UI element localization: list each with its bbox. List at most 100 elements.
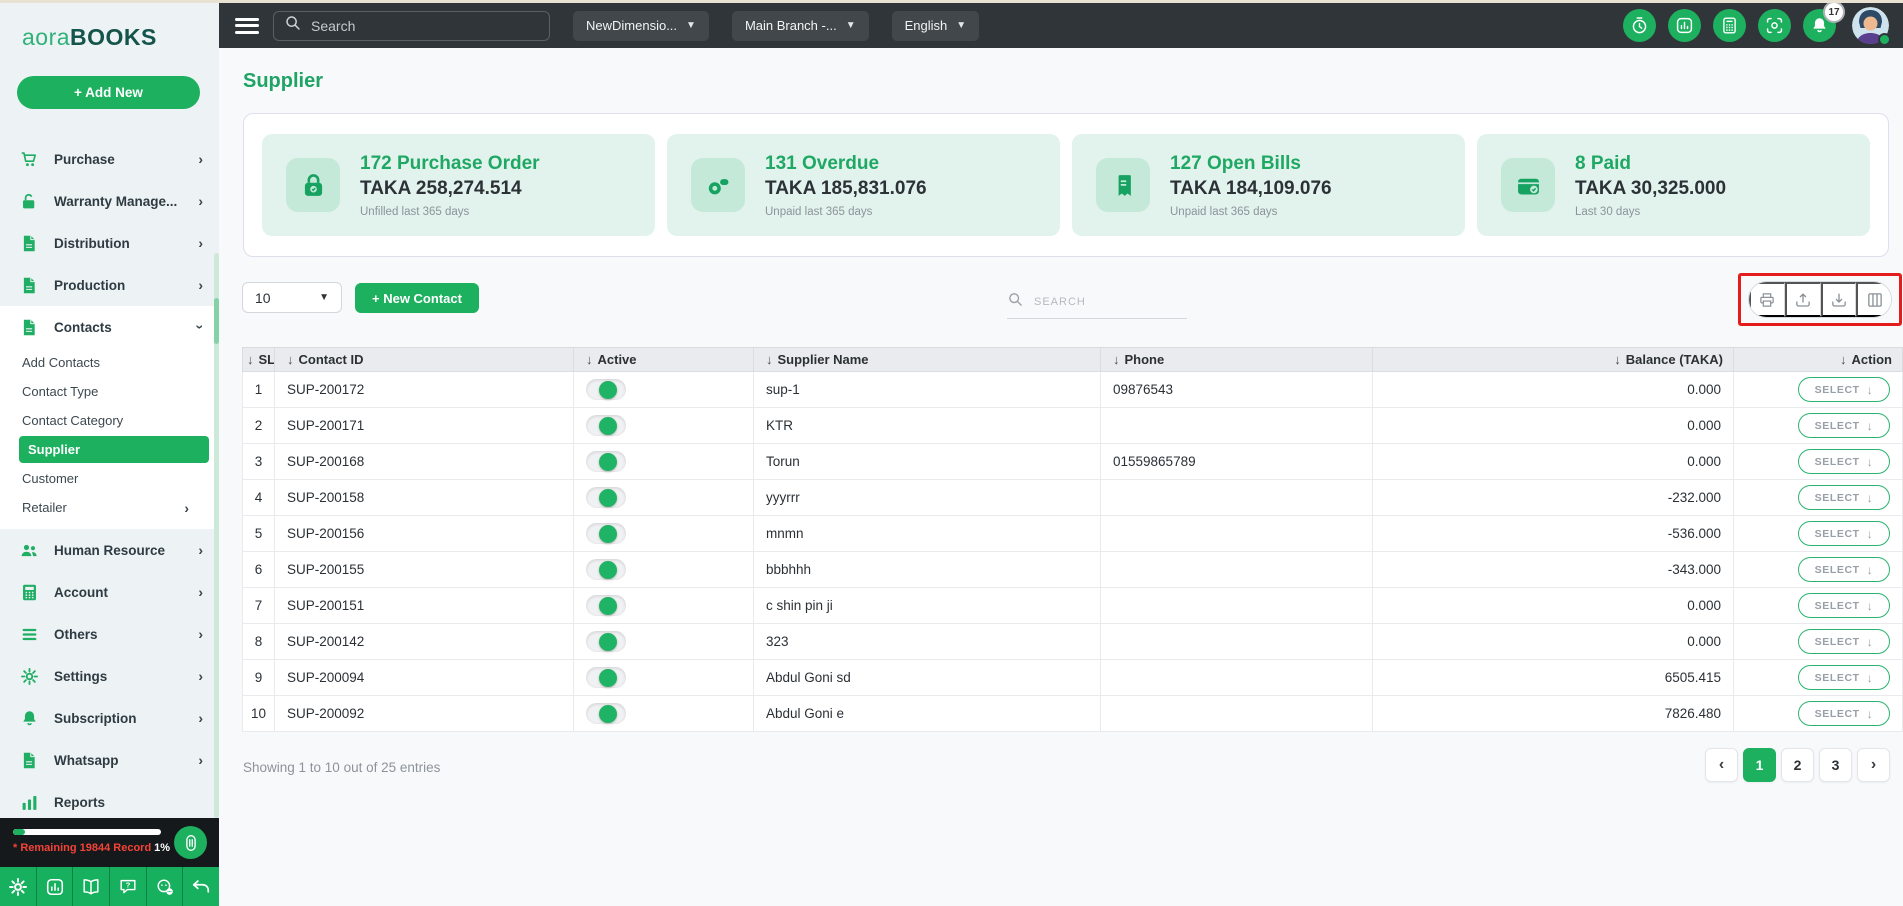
sidebar-subitem-label: Contact Type: [22, 384, 99, 399]
scan-button[interactable]: [1758, 9, 1791, 42]
sidebar-subitem-contact-category[interactable]: Contact Category: [22, 406, 219, 435]
select-action-button[interactable]: SELECT ↓: [1798, 377, 1890, 402]
active-toggle[interactable]: [586, 379, 626, 400]
new-contact-button[interactable]: + New Contact: [355, 283, 479, 313]
column-header-supplier-name[interactable]: ↓ Supplier Name: [753, 347, 1101, 372]
active-toggle[interactable]: [586, 703, 626, 724]
sidebar-item-warranty-manage[interactable]: Warranty Manage... ›: [0, 180, 219, 222]
sidebar-item-contacts[interactable]: Contacts ›: [0, 306, 219, 348]
active-toggle[interactable]: [586, 415, 626, 436]
search-icon: [284, 14, 302, 37]
sidebar-item-settings[interactable]: Settings ›: [0, 655, 219, 697]
select-action-button[interactable]: SELECT ↓: [1798, 629, 1890, 654]
bell-icon: [20, 709, 39, 728]
sidebar-item-account[interactable]: Account ›: [0, 571, 219, 613]
column-header-sl[interactable]: ↓ SL: [242, 347, 275, 372]
notification-badge: 17: [1823, 1, 1845, 23]
topbar-dropdown-newdimensio[interactable]: NewDimensio... ▼: [573, 10, 709, 41]
pagination-page-1[interactable]: 1: [1743, 748, 1776, 782]
bell-button[interactable]: 17: [1803, 1, 1845, 42]
doc-icon: [23, 277, 35, 293]
chartsq-button[interactable]: [1668, 9, 1701, 42]
table-search-input[interactable]: [1034, 296, 1187, 308]
column-header-active[interactable]: ↓ Active: [573, 347, 754, 372]
sidebar-item-others[interactable]: Others ›: [0, 613, 219, 655]
pagination-next-button[interactable]: ›: [1857, 748, 1890, 782]
sidebar-subitem-add-contacts[interactable]: Add Contacts: [22, 348, 219, 377]
sidebar-item-distribution[interactable]: Distribution ›: [0, 222, 219, 264]
book-toolbar-button[interactable]: [73, 867, 111, 906]
support-toolbar-button[interactable]: [147, 867, 184, 906]
active-toggle[interactable]: [586, 559, 626, 580]
sidebar-scrollbar-thumb[interactable]: [214, 298, 219, 344]
printer-button[interactable]: [1749, 282, 1785, 317]
active-toggle[interactable]: [586, 487, 626, 508]
stats-cards-panel: 172 Purchase Order TAKA 258,274.514 Unfill…: [243, 113, 1889, 257]
sidebar-subitem-contact-type[interactable]: Contact Type: [22, 377, 219, 406]
sidebar-item-label: Contacts: [54, 319, 112, 335]
cell-supplier-name: bbbhhh: [753, 551, 1101, 588]
cell-supplier-name: Abdul Goni e: [753, 695, 1101, 732]
sidebar-subitem-supplier[interactable]: Supplier: [19, 436, 209, 463]
sidebar-item-purchase[interactable]: Purchase ›: [0, 138, 219, 180]
support-icon: [156, 878, 173, 895]
active-toggle[interactable]: [586, 451, 626, 472]
chartsq-toolbar-button[interactable]: [37, 867, 74, 906]
select-action-button[interactable]: SELECT ↓: [1798, 665, 1890, 690]
quota-settings-button[interactable]: [174, 826, 207, 859]
active-toggle[interactable]: [586, 667, 626, 688]
sidebar-item-whatsapp[interactable]: Whatsapp ›: [0, 739, 219, 781]
page-size-select[interactable]: 10 ▼: [242, 282, 342, 313]
chevron-down-icon: ↓: [1866, 490, 1874, 505]
select-action-button[interactable]: SELECT ↓: [1798, 449, 1890, 474]
column-header-contact-id[interactable]: ↓ Contact ID: [274, 347, 574, 372]
hamburger-menu-icon[interactable]: [235, 17, 259, 34]
select-action-button[interactable]: SELECT ↓: [1798, 413, 1890, 438]
chevron-down-icon: ↓: [1866, 598, 1874, 613]
sidebar-item-human-resource[interactable]: Human Resource ›: [0, 529, 219, 571]
gear-toolbar-button[interactable]: [0, 867, 37, 906]
active-toggle[interactable]: [586, 523, 626, 544]
topbar-dropdown-english[interactable]: English ▼: [891, 10, 980, 41]
column-header-phone[interactable]: ↓ Phone: [1100, 347, 1373, 372]
topbar-dropdown-main-branch[interactable]: Main Branch -... ▼: [731, 10, 869, 41]
columns-button[interactable]: [1856, 282, 1891, 317]
download-button[interactable]: [1820, 282, 1857, 317]
column-header-balance-taka[interactable]: ↓ Balance (TAKA): [1372, 347, 1734, 372]
sidebar-item-subscription[interactable]: Subscription ›: [0, 697, 219, 739]
pagination-page-3[interactable]: 3: [1819, 748, 1852, 782]
pagination-prev-button[interactable]: ‹: [1705, 748, 1738, 782]
undo-toolbar-button[interactable]: [183, 867, 219, 906]
add-new-button[interactable]: + Add New: [17, 76, 200, 109]
active-toggle[interactable]: [586, 595, 626, 616]
select-action-button[interactable]: SELECT ↓: [1798, 593, 1890, 618]
lines-icon: [20, 625, 39, 644]
columns-icon: [1867, 292, 1882, 307]
calco-button[interactable]: [1713, 9, 1746, 42]
sidebar-scrollbar[interactable]: [214, 253, 219, 818]
topbar: NewDimensio...▼ Main Branch -...▼ English▼…: [219, 1, 1903, 48]
select-action-button[interactable]: SELECT ↓: [1798, 701, 1890, 726]
column-header-action[interactable]: ↓ Action: [1733, 347, 1903, 372]
select-action-button[interactable]: SELECT ↓: [1798, 521, 1890, 546]
sidebar-item-reports[interactable]: Reports: [0, 781, 219, 823]
select-action-button[interactable]: SELECT ↓: [1798, 557, 1890, 582]
user-avatar[interactable]: [1852, 7, 1891, 46]
stat-card-131-overdue: 131 Overdue TAKA 185,831.076 Unpaid last 3…: [667, 134, 1060, 236]
upload-button[interactable]: [1784, 282, 1821, 317]
sidebar-subitem-customer[interactable]: Customer: [22, 464, 219, 493]
select-action-button[interactable]: SELECT ↓: [1798, 485, 1890, 510]
sort-arrow-icon: ↓: [287, 352, 294, 367]
timer-button[interactable]: [1623, 9, 1656, 42]
search-icon: [1009, 293, 1022, 306]
cell-active: [573, 659, 754, 696]
global-search-input[interactable]: [311, 17, 539, 34]
chevron-down-icon: ›: [192, 324, 209, 330]
global-search[interactable]: [273, 10, 550, 41]
help-toolbar-button[interactable]: ?: [110, 867, 147, 906]
sidebar-item-production[interactable]: Production ›: [0, 264, 219, 306]
table-search[interactable]: [1007, 286, 1187, 319]
pagination-page-2[interactable]: 2: [1781, 748, 1814, 782]
active-toggle[interactable]: [586, 631, 626, 652]
sidebar-subitem-retailer[interactable]: Retailer ›: [22, 493, 219, 522]
